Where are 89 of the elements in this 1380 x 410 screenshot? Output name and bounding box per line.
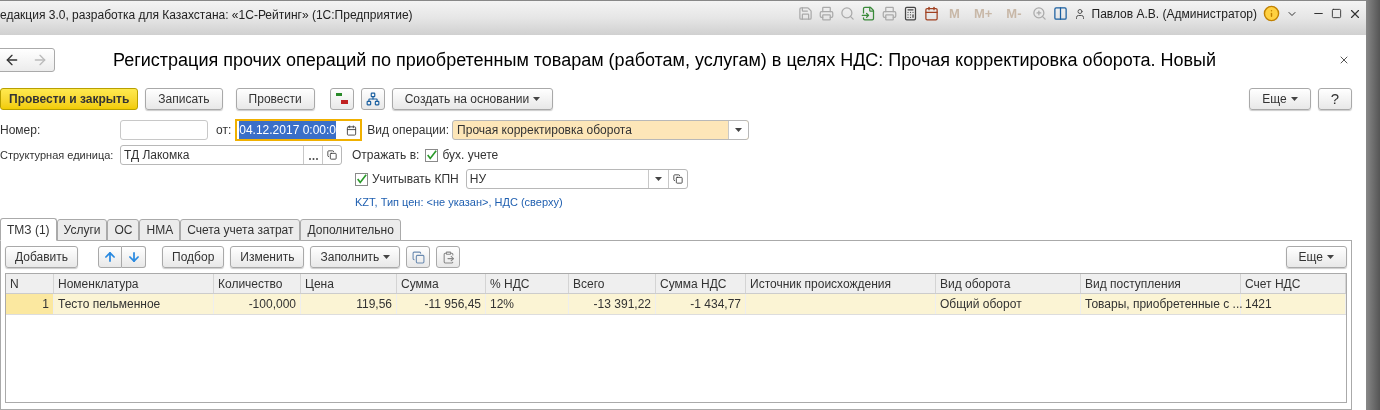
field-label: Отражать в: [352, 147, 420, 164]
checkbox[interactable] [355, 172, 368, 186]
caret-icon [654, 177, 662, 181]
tab[interactable]: ОС [107, 219, 140, 241]
table-cell: Товары, приобретенные с ... [1081, 294, 1241, 314]
table-cell: Тесто пельменное [54, 294, 214, 314]
table-row[interactable]: 1 Тесто пельменное -100,000 119,56 -11 956,45 12% -13 391,22 -1 434,77 Общий оборот Товары, приобретенные с ... 1421 [6, 294, 1346, 315]
field-label: Вид операции: [367, 122, 450, 139]
form-title: Регистрация прочих операций по приобретенным товарам (работам, услугам) в целях НДС: Прочая корректировка оборота. Новый [113, 48, 1216, 72]
close-icon[interactable] [1338, 54, 1350, 66]
info-icon[interactable] [1263, 5, 1280, 23]
printer-icon[interactable] [819, 6, 835, 22]
edit-button[interactable]: Изменить [230, 246, 305, 268]
field-label: Номер: [0, 122, 42, 139]
calendar-icon[interactable] [924, 6, 940, 22]
paste-icon[interactable] [436, 246, 461, 268]
more-button[interactable]: Еще [1249, 88, 1311, 110]
restore-icon[interactable] [1331, 8, 1342, 20]
caret-icon [1327, 255, 1334, 259]
tab[interactable]: ТМЗ (1) [0, 218, 57, 241]
table-cell: 12% [486, 294, 569, 314]
column-header[interactable]: Счет НДС [1241, 274, 1346, 293]
number-field[interactable] [120, 120, 208, 140]
command-button[interactable]: Записать [145, 88, 223, 110]
printer-icon[interactable] [882, 6, 898, 22]
column-header[interactable]: Сумма НДС [656, 274, 746, 293]
caret-icon [735, 128, 743, 132]
date-value: 04.12.2017 0:00:0 [239, 121, 336, 139]
copy-icon[interactable] [406, 246, 431, 268]
table-cell: 1 [6, 294, 54, 314]
column-header[interactable]: Номенклатура [54, 274, 214, 293]
column-header[interactable]: Сумма [397, 274, 486, 293]
move-down-icon[interactable] [122, 246, 147, 268]
calculator-icon[interactable] [903, 6, 919, 22]
user-icon [1073, 7, 1086, 20]
kpn-value: НУ [469, 171, 486, 188]
move-up-icon[interactable] [98, 246, 123, 268]
window-title: едакция 3.0, разработка для Казахстана: «1С-Рейтинг» (1С:Предприятие) [0, 7, 413, 24]
currency-link[interactable]: KZT, Тип цен: <не указан>, НДС (сверху) [355, 193, 563, 211]
command-button[interactable]: Провести [235, 88, 315, 110]
date-field[interactable]: 04.12.2017 0:00:0 [235, 119, 363, 141]
add-button[interactable]: Добавить [5, 246, 79, 268]
table-cell: -1 434,77 [656, 294, 746, 314]
structure-icon[interactable] [360, 88, 385, 110]
zoom-icon[interactable] [1031, 6, 1047, 22]
panel-icon[interactable] [1052, 6, 1068, 22]
column-header[interactable]: % НДС [486, 274, 569, 293]
column-header[interactable]: Цена [301, 274, 397, 293]
table-cell: 119,56 [301, 294, 397, 314]
calendar-icon[interactable] [346, 124, 358, 136]
table-cell: -13 391,22 [569, 294, 656, 314]
field-label: Структурная единица: [0, 147, 115, 163]
checkbox[interactable] [425, 148, 439, 162]
save-icon[interactable] [798, 6, 814, 22]
column-header[interactable]: Вид поступления [1081, 274, 1241, 293]
caret-icon [533, 97, 541, 101]
column-header[interactable]: Количество [214, 274, 301, 293]
table-cell: 1421 [1241, 294, 1346, 314]
column-header[interactable]: Всего [569, 274, 656, 293]
operation-value: Прочая корректировка оборота [457, 122, 632, 139]
table-cell: -100,000 [214, 294, 301, 314]
search-icon[interactable] [840, 6, 856, 22]
tab[interactable]: Дополнительно [300, 219, 401, 241]
column-header[interactable]: N [6, 274, 54, 293]
more-button[interactable]: Еще [1285, 246, 1347, 268]
column-header[interactable]: Источник происхождения [746, 274, 936, 293]
operation-field[interactable]: Прочая корректировка оборота [452, 120, 750, 140]
kpn-field[interactable]: НУ [465, 169, 688, 189]
post-and-close-button[interactable]: Провести и закрыть [0, 88, 139, 110]
unit-value: ТД Лакомка [124, 147, 190, 164]
fill-button[interactable]: Заполнить [310, 246, 401, 268]
unit-field[interactable]: ТД Лакомка [120, 145, 342, 165]
checkbox-label: Учитывать КПН [372, 171, 459, 188]
checkbox-label: бух. учете [442, 147, 499, 164]
field-label: от: [216, 122, 232, 139]
command-button[interactable]: Создать на основании [391, 88, 554, 110]
back-icon[interactable] [4, 52, 20, 68]
help-button[interactable]: ? [1317, 88, 1352, 110]
table-cell: -11 956,45 [397, 294, 486, 314]
caret-icon [1290, 97, 1298, 101]
column-header[interactable]: Вид оборота [936, 274, 1081, 293]
tab[interactable]: Услуги [56, 219, 108, 241]
caret-icon [383, 255, 391, 259]
document-import-icon[interactable] [861, 6, 877, 22]
tab[interactable]: Счета учета затрат [180, 219, 301, 241]
user-name[interactable]: Павлов А.В. (Администратор) [1091, 4, 1257, 23]
pick-button[interactable]: Подбор [162, 246, 225, 268]
table-cell: Общий оборот [936, 294, 1081, 314]
tab[interactable]: НМА [139, 219, 181, 241]
